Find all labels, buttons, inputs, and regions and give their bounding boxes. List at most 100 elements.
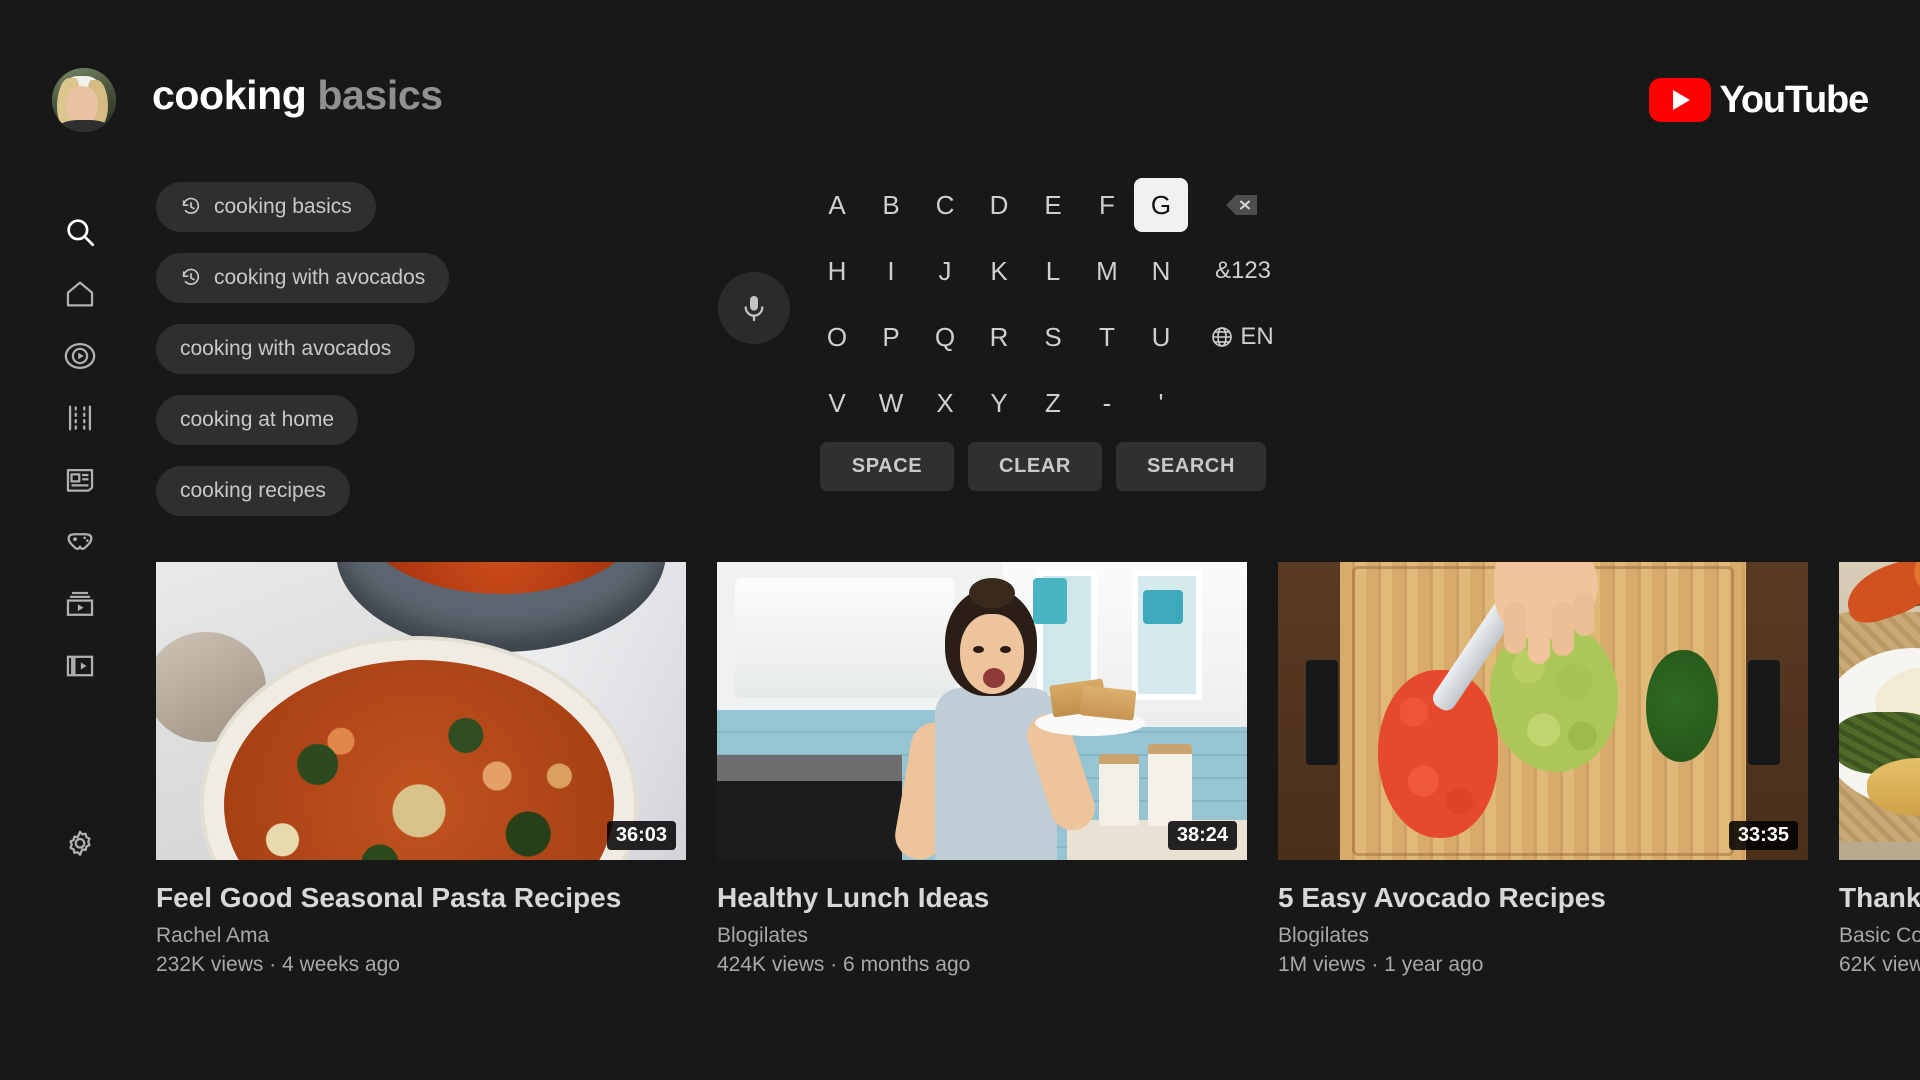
key-n[interactable]: N xyxy=(1134,244,1188,298)
sidebar-item-news[interactable] xyxy=(56,456,104,504)
search-results-shelf: 36:03 Feel Good Seasonal Pasta Recipes R… xyxy=(156,562,1920,977)
key-h[interactable]: H xyxy=(810,244,864,298)
video-channel: Rachel Ama xyxy=(156,924,270,947)
key-q[interactable]: Q xyxy=(918,310,972,364)
keyboard-row-3: O P Q R S T U EN xyxy=(810,310,1410,376)
key-o[interactable]: O xyxy=(810,310,864,364)
key-g[interactable]: G xyxy=(1134,178,1188,232)
avatar-image xyxy=(52,68,116,132)
thumbnail-art-pasta-bowl xyxy=(156,562,686,860)
video-card[interactable]: Thanksgiving Dinner Basic Cooking 62K vi… xyxy=(1839,562,1920,977)
playlist-icon xyxy=(66,591,94,616)
history-icon xyxy=(182,197,200,214)
suggestion-chip[interactable]: cooking at home xyxy=(156,395,359,445)
search-query-suggestion: basics xyxy=(317,72,443,118)
video-title: Feel Good Seasonal Pasta Recipes xyxy=(156,882,622,913)
key-x[interactable]: X xyxy=(918,376,972,430)
backspace-button[interactable] xyxy=(1215,178,1269,232)
key-y[interactable]: Y xyxy=(972,376,1026,430)
youtube-logo: YouTube xyxy=(1648,78,1870,122)
space-button[interactable]: SPACE xyxy=(820,442,954,491)
video-meta: 1M views · 1 year ago xyxy=(1278,953,1484,976)
video-duration: 36:03 xyxy=(606,821,676,850)
suggestion-chip[interactable]: cooking recipes xyxy=(156,466,350,516)
search-button[interactable]: SEARCH xyxy=(1116,442,1266,491)
gamepad-icon xyxy=(67,533,93,550)
youtube-wordmark: YouTube xyxy=(1719,78,1870,121)
key-f[interactable]: F xyxy=(1080,178,1134,232)
thumbnail-art-woman-sandwich xyxy=(717,562,1247,860)
keyboard-row-1: A B C D E F G xyxy=(810,178,1410,244)
language-label: EN xyxy=(1240,323,1274,350)
video-meta: 424K views · 6 months ago xyxy=(717,953,971,976)
film-strip-icon xyxy=(68,405,92,431)
key-e[interactable]: E xyxy=(1026,178,1080,232)
key-a[interactable]: A xyxy=(810,178,864,232)
video-card[interactable]: 38:24 Healthy Lunch Ideas Blogilates 424… xyxy=(717,562,1247,977)
key-w[interactable]: W xyxy=(864,376,918,430)
video-card[interactable]: 33:35 5 Easy Avocado Recipes Blogilates … xyxy=(1278,562,1808,977)
library-icon xyxy=(66,655,94,677)
sidebar-item-playlists[interactable] xyxy=(56,580,104,628)
home-icon xyxy=(66,281,94,307)
key-u[interactable]: U xyxy=(1134,310,1188,364)
search-query-display: cooking basics xyxy=(152,72,443,119)
language-button[interactable]: EN xyxy=(1196,310,1288,364)
video-thumbnail[interactable]: 38:24 xyxy=(717,562,1247,860)
video-card[interactable]: 36:03 Feel Good Seasonal Pasta Recipes R… xyxy=(156,562,686,977)
video-channel: Blogilates xyxy=(1278,924,1370,947)
sidebar-item-subscriptions[interactable] xyxy=(56,394,104,442)
search-suggestions: cooking basics cooking with avocados coo… xyxy=(156,182,586,537)
key-v[interactable]: V xyxy=(810,376,864,430)
key-l[interactable]: L xyxy=(1026,244,1080,298)
key-c[interactable]: C xyxy=(918,178,972,232)
key-hyphen[interactable]: - xyxy=(1080,376,1134,430)
header: cooking basics YouTube xyxy=(0,0,1920,150)
key-z[interactable]: Z xyxy=(1026,376,1080,430)
video-thumbnail[interactable]: 33:35 xyxy=(1278,562,1808,860)
suggestion-chip[interactable]: cooking basics xyxy=(156,182,376,232)
suggestion-label: cooking with avocados xyxy=(214,266,426,289)
suggestion-label: cooking recipes xyxy=(180,479,326,502)
search-icon xyxy=(67,219,95,247)
video-channel: Basic Cooking xyxy=(1839,924,1920,947)
sidebar-item-settings[interactable] xyxy=(56,820,104,868)
suggestion-chip[interactable]: cooking with avocados xyxy=(156,324,416,374)
play-circle-icon xyxy=(64,342,96,370)
key-i[interactable]: I xyxy=(864,244,918,298)
key-r[interactable]: R xyxy=(972,310,1026,364)
sidebar-item-library[interactable] xyxy=(56,642,104,690)
video-duration: 33:35 xyxy=(1728,821,1798,850)
suggestion-chip[interactable]: cooking with avocados xyxy=(156,253,450,303)
on-screen-keyboard: A B C D E F G H I J K L M N &123 O P Q R… xyxy=(810,178,1410,442)
clear-button[interactable]: CLEAR xyxy=(968,442,1102,491)
keyboard-actions: SPACE CLEAR SEARCH xyxy=(820,442,1266,491)
suggestion-label: cooking with avocados xyxy=(180,337,392,360)
sidebar-item-gaming[interactable] xyxy=(56,518,104,566)
avatar[interactable] xyxy=(52,68,116,132)
key-b[interactable]: B xyxy=(864,178,918,232)
keyboard-row-4: V W X Y Z - ' xyxy=(810,376,1410,442)
sidebar-item-home[interactable] xyxy=(56,270,104,318)
microphone-icon xyxy=(744,296,764,322)
key-k[interactable]: K xyxy=(972,244,1026,298)
youtube-play-icon xyxy=(1648,78,1711,122)
suggestion-label: cooking at home xyxy=(180,408,335,431)
symbols-button[interactable]: &123 xyxy=(1200,244,1286,298)
video-thumbnail[interactable]: 36:03 xyxy=(156,562,686,860)
key-s[interactable]: S xyxy=(1026,310,1080,364)
sidebar-item-shorts[interactable] xyxy=(56,332,104,380)
tv-search-screen: cooking basics YouTube cooking basics co… xyxy=(0,0,1920,1080)
key-d[interactable]: D xyxy=(972,178,1026,232)
suggestion-label: cooking basics xyxy=(214,195,352,218)
key-j[interactable]: J xyxy=(918,244,972,298)
key-apostrophe[interactable]: ' xyxy=(1134,376,1188,430)
voice-search-button[interactable] xyxy=(718,272,790,344)
video-thumbnail[interactable] xyxy=(1839,562,1920,860)
key-p[interactable]: P xyxy=(864,310,918,364)
sidebar-item-search[interactable] xyxy=(56,208,104,256)
keyboard-row-2: H I J K L M N &123 xyxy=(810,244,1410,310)
news-icon xyxy=(66,468,94,492)
key-t[interactable]: T xyxy=(1080,310,1134,364)
key-m[interactable]: M xyxy=(1080,244,1134,298)
